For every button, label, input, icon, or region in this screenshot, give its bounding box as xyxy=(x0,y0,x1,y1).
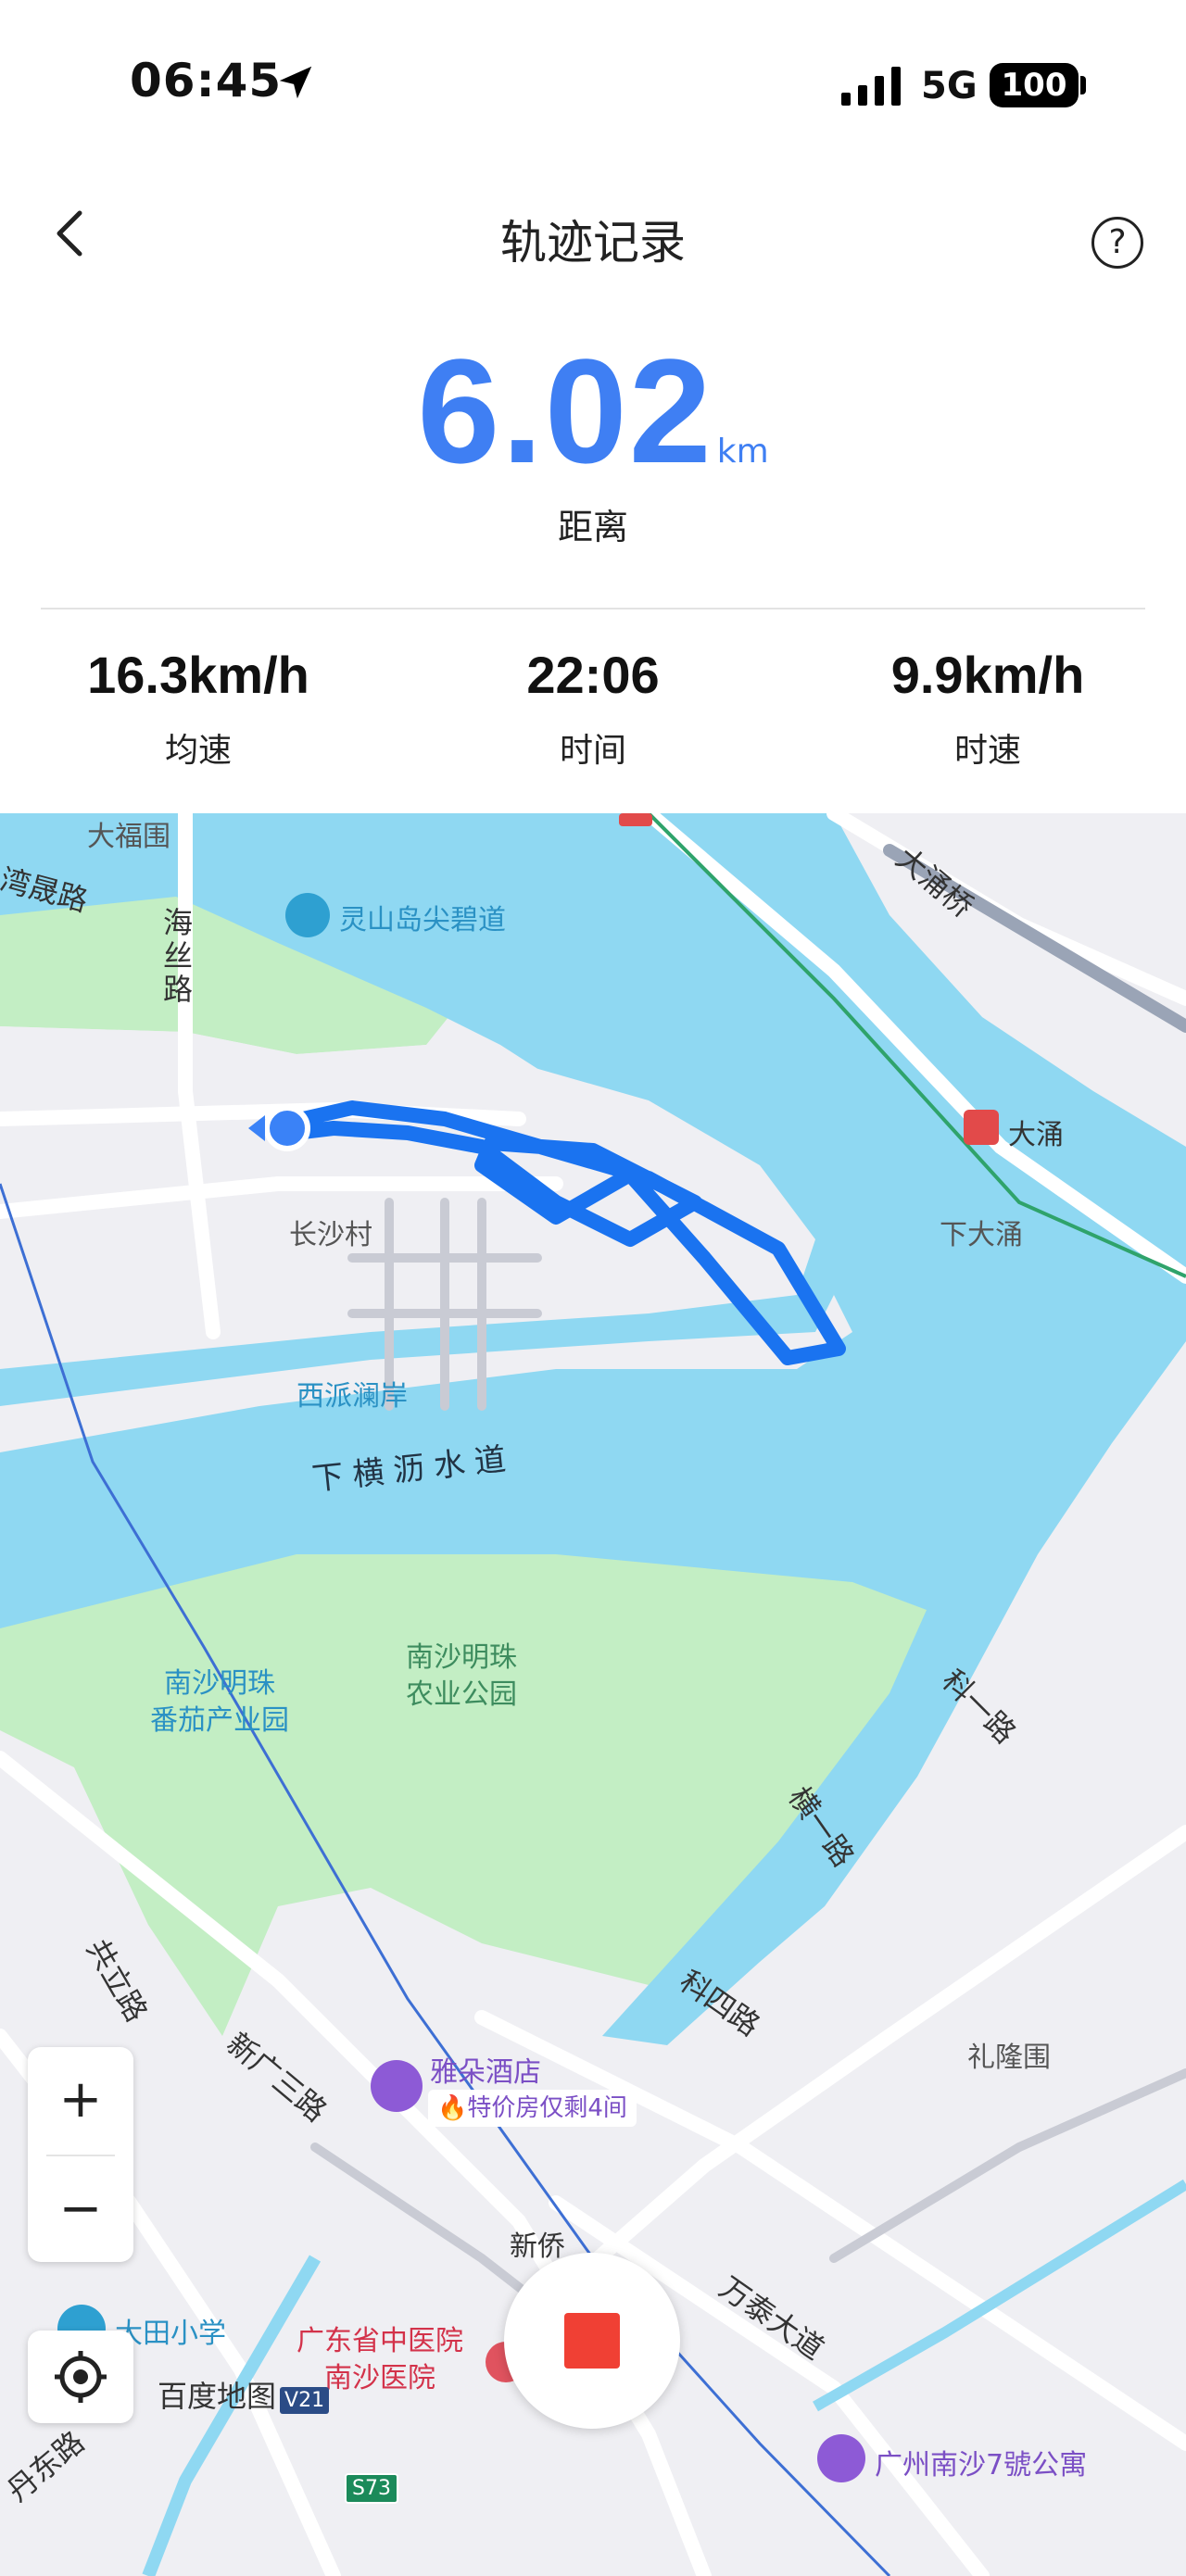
signal-icon xyxy=(841,67,901,106)
stat-duration: 22:06 时间 xyxy=(398,645,788,772)
distance-summary: 6.02 km xyxy=(0,326,1186,496)
battery-icon: 100 xyxy=(990,63,1079,107)
stat-value: 22:06 xyxy=(526,646,660,704)
stat-value: 16.3km/h xyxy=(87,646,309,704)
map-version: V21 xyxy=(280,2387,330,2414)
label-dayong[interactable]: 大涌 xyxy=(1008,1112,1064,1152)
stat-value: 9.9km/h xyxy=(890,646,1085,704)
stop-icon xyxy=(564,2313,620,2369)
status-time: 06:45 xyxy=(130,54,283,107)
road-lower-2 xyxy=(829,2068,1186,2263)
location-arrow-icon xyxy=(279,66,312,99)
label-dafuwei: 大福围 xyxy=(87,821,170,853)
stat-label: 时速 xyxy=(953,732,1021,770)
stat-speed: 9.9km/h 时速 xyxy=(793,645,1182,772)
help-button[interactable]: ? xyxy=(1091,217,1143,269)
start-point-icon xyxy=(264,1105,310,1151)
canal-2 xyxy=(813,2179,1186,2412)
map-logo-text: 百度地图 xyxy=(158,2379,277,2414)
label-xiadayong: 下大涌 xyxy=(940,1219,1023,1251)
lingshan-pin-icon xyxy=(285,893,330,937)
stat-label: 时间 xyxy=(559,732,626,770)
zoom-out-button[interactable]: − xyxy=(28,2156,133,2262)
map-logo: 百度地图 V21 xyxy=(158,2373,330,2416)
label-fanqie: 南沙明珠 番茄产业园 xyxy=(150,1667,289,1737)
stop-recording-button[interactable] xyxy=(504,2253,680,2429)
page-title: 轨迹记录 xyxy=(500,216,686,270)
label-lilongwei: 礼隆围 xyxy=(967,2042,1051,2074)
label-apartment[interactable]: 广州南沙7號公寓 xyxy=(875,2442,1087,2482)
hotel-pin-icon xyxy=(371,2060,423,2112)
battery-tip xyxy=(1080,76,1086,94)
status-bar: 06:45 5G 100 xyxy=(0,0,1186,176)
crosshair-icon xyxy=(55,2351,107,2403)
hotel-deal-tag[interactable]: 🔥特价房仅剩4间 xyxy=(428,2090,637,2127)
label-xinqiao: 新侨 xyxy=(510,2230,565,2263)
label-changshacun: 长沙村 xyxy=(289,1219,372,1251)
stat-label: 均速 xyxy=(164,732,232,770)
zoom-in-button[interactable]: + xyxy=(28,2047,133,2153)
divider xyxy=(41,608,1145,609)
network-type: 5G xyxy=(921,65,978,107)
label-haisi: 海 丝 路 xyxy=(163,905,194,1007)
distance-value: 6.02 xyxy=(417,328,713,494)
route-shield-s73: S73 xyxy=(345,2473,398,2504)
distance-unit: km xyxy=(716,433,769,471)
metro-dayong-icon xyxy=(964,1110,999,1145)
zoom-control: + − xyxy=(28,2047,133,2262)
locate-button[interactable] xyxy=(28,2331,133,2423)
canal-1 xyxy=(142,2255,322,2576)
label-yaduo[interactable]: 雅朵酒店 xyxy=(430,2049,541,2090)
apartment-pin-icon xyxy=(817,2434,865,2482)
stat-avg-speed: 16.3km/h 均速 xyxy=(4,645,393,772)
distance-label: 距离 xyxy=(557,507,628,547)
label-lingshan[interactable]: 灵山岛尖碧道 xyxy=(339,897,506,937)
label-nongye: 南沙明珠 农业公园 xyxy=(406,1641,517,1711)
label-xipai: 西派澜岸 xyxy=(296,1380,408,1413)
metro-top-icon xyxy=(619,813,652,826)
